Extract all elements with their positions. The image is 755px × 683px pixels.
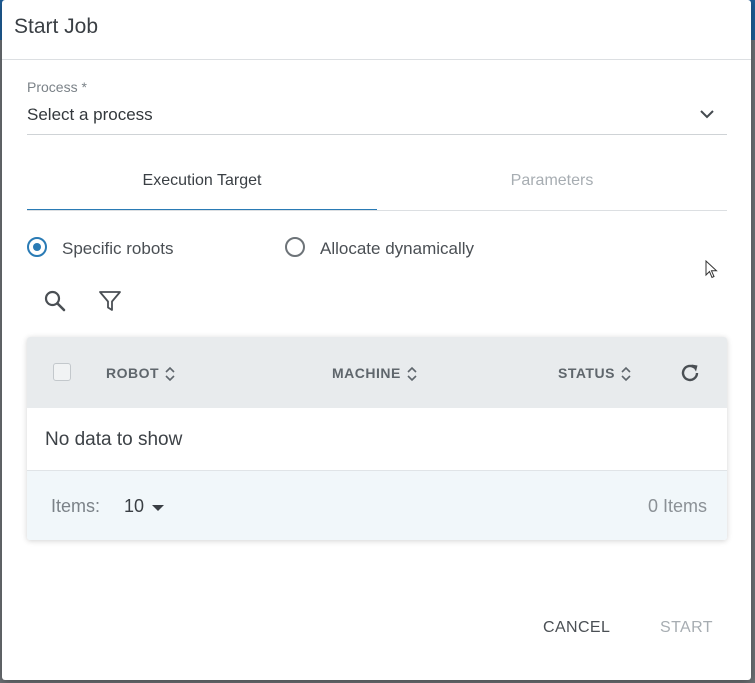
column-header-status[interactable]: STATUS	[558, 365, 631, 382]
start-button[interactable]: START	[660, 619, 713, 637]
items-count: 0 Items	[647, 496, 707, 516]
empty-message: No data to show	[45, 429, 183, 450]
select-all-checkbox[interactable]	[53, 363, 71, 381]
grid-header: ROBOT MACHINE STATUS	[27, 337, 727, 408]
items-per-page-select[interactable]: 10	[124, 496, 165, 518]
column-header-label: MACHINE	[332, 365, 401, 381]
dialog-title: Start Job	[14, 15, 99, 38]
radio-selected-icon	[27, 237, 47, 257]
mouse-pointer-icon	[705, 260, 718, 279]
refresh-icon[interactable]	[678, 361, 702, 385]
column-header-label: STATUS	[558, 365, 615, 381]
sort-icon	[621, 367, 631, 382]
column-header-label: ROBOT	[106, 365, 160, 381]
chevron-down-icon	[700, 110, 714, 119]
sort-icon	[407, 367, 417, 382]
filter-icon[interactable]	[97, 288, 123, 314]
radio-unselected-icon	[285, 237, 305, 257]
caret-down-icon	[152, 504, 165, 511]
title-divider	[2, 59, 751, 60]
radio-label-allocate-dynamically: Allocate dynamically	[320, 239, 475, 258]
tab-parameters[interactable]: Parameters	[377, 160, 727, 210]
robots-grid: ROBOT MACHINE STATUS No data to show Ite…	[27, 337, 727, 540]
sort-icon	[165, 367, 175, 382]
tabs-divider	[27, 210, 727, 211]
process-select-value: Select a process	[27, 105, 153, 124]
items-per-page-label: Items:	[51, 496, 101, 516]
process-label: Process *	[27, 79, 87, 95]
search-icon[interactable]	[42, 288, 68, 314]
start-job-dialog: Start Job Process * Select a process Exe…	[2, 0, 751, 680]
tab-execution-target[interactable]: Execution Target	[27, 160, 377, 211]
tab-bar: Execution Target Parameters	[27, 160, 727, 212]
cancel-button[interactable]: CANCEL	[543, 619, 610, 637]
radio-specific-robots[interactable]: Specific robots	[27, 237, 197, 263]
radio-allocate-dynamically[interactable]: Allocate dynamically	[285, 237, 495, 263]
items-per-page-value: 10	[124, 496, 145, 516]
column-header-robot[interactable]: ROBOT	[106, 365, 175, 382]
grid-footer: Items: 10 0 Items	[27, 470, 727, 540]
radio-label-specific-robots: Specific robots	[62, 239, 174, 258]
column-header-machine[interactable]: MACHINE	[332, 365, 417, 382]
process-select[interactable]: Select a process	[27, 100, 727, 135]
